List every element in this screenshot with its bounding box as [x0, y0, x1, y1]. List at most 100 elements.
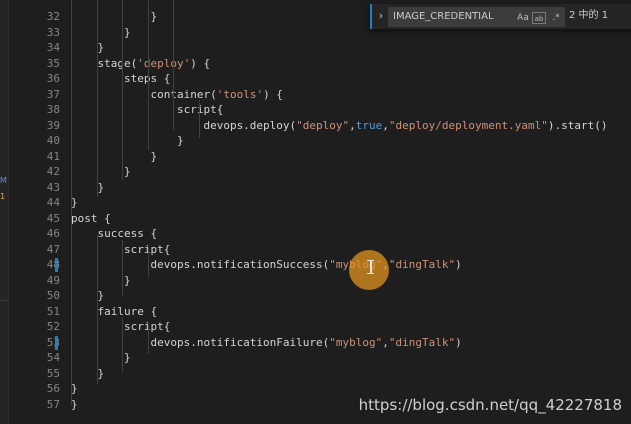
- code-line[interactable]: 34 }: [8, 40, 631, 56]
- code-line[interactable]: 46 success {: [8, 226, 631, 242]
- code-token: }: [71, 10, 158, 23]
- string-token: 'deploy': [137, 56, 191, 70]
- code-line[interactable]: 37 container('tools') {: [8, 87, 631, 103]
- indent-guide: [148, 247, 149, 277]
- line-number: 40: [46, 134, 60, 147]
- whole-word-icon[interactable]: ab: [532, 12, 546, 24]
- code-line[interactable]: 48 devops.notificationSuccess("myblog","…: [8, 257, 631, 273]
- code-token: devops.deploy(: [71, 118, 297, 132]
- code-line[interactable]: 53 devops.notificationFailure("myblog","…: [8, 335, 631, 351]
- line-number: 57: [46, 397, 60, 411]
- code-token: ) {: [263, 87, 283, 101]
- indent-guide: [97, 235, 98, 385]
- line-number: 37: [46, 87, 60, 101]
- code-text: }: [71, 40, 104, 56]
- code-line[interactable]: 35 stage('deploy') {: [8, 56, 631, 72]
- line-number: 52: [46, 320, 60, 333]
- count-badge: 1: [0, 192, 6, 201]
- code-token: ): [455, 258, 462, 271]
- code-token: }: [71, 149, 158, 163]
- code-line[interactable]: 38 script{: [8, 102, 631, 118]
- code-line[interactable]: 47 script{: [8, 242, 631, 258]
- string-token: "dingTalk": [388, 335, 456, 349]
- line-number: 56: [46, 382, 60, 395]
- code-line[interactable]: 50 }: [8, 288, 631, 304]
- code-line[interactable]: 49 }: [8, 273, 631, 289]
- line-number: 55: [46, 366, 60, 380]
- code-line[interactable]: 54 }: [8, 350, 631, 366]
- match-case-icon[interactable]: Aa: [516, 12, 530, 24]
- code-line[interactable]: 42 }: [8, 164, 631, 180]
- code-text: container('tools') {: [71, 87, 283, 103]
- code-token: container(: [71, 87, 217, 101]
- code-token: stage(: [71, 56, 138, 70]
- code-text: script{: [71, 242, 170, 258]
- code-text: }: [71, 180, 104, 196]
- code-text: post {: [71, 211, 111, 227]
- find-input-value: IMAGE_CREDENTIAL: [393, 11, 494, 22]
- line-number: 34: [46, 41, 60, 54]
- code-text: devops.notificationSuccess("myblog","din…: [71, 257, 462, 273]
- code-text: devops.deploy("deploy",true,"deploy/depl…: [71, 118, 607, 134]
- code-text: }: [71, 149, 157, 165]
- code-token: ).start(): [547, 118, 608, 132]
- code-line[interactable]: 55 }: [8, 366, 631, 382]
- code-token: }: [71, 366, 105, 380]
- code-editor[interactable]: 32 } 33 } 34 } 35 stage('deploy') {36 steps…: [8, 0, 631, 424]
- string-token: "deploy": [296, 118, 350, 132]
- code-line[interactable]: 39 devops.deploy("deploy",true,"deploy/d…: [8, 118, 631, 134]
- code-line[interactable]: 43 }: [8, 180, 631, 196]
- code-token: ): [455, 335, 462, 349]
- find-input[interactable]: IMAGE_CREDENTIAL Aa ab .*: [388, 7, 565, 27]
- code-token: success {: [71, 227, 158, 240]
- code-line[interactable]: 52 script{: [8, 319, 631, 335]
- line-number: 51: [46, 304, 60, 318]
- indent-guide: [71, 0, 72, 405]
- line-number: 33: [46, 25, 60, 39]
- toggle-replace-chevron-icon[interactable]: ›: [375, 8, 387, 24]
- line-number: 42: [46, 165, 60, 178]
- code-text: script{: [71, 319, 170, 335]
- string-token: "deploy/deployment.yaml": [388, 118, 548, 132]
- code-line[interactable]: 40 }: [8, 133, 631, 149]
- modified-gutter-mark: [55, 258, 58, 272]
- indent-guide: [173, 0, 174, 130]
- code-token: }: [71, 134, 184, 147]
- code-line[interactable]: 56}: [8, 381, 631, 397]
- line-number: 38: [46, 103, 60, 116]
- code-token: devops.notificationFailure(: [71, 335, 330, 349]
- code-token: ,: [382, 335, 389, 349]
- code-text: devops.notificationFailure("myblog","din…: [71, 335, 462, 351]
- string-token: "dingTalk": [388, 258, 456, 271]
- code-line[interactable]: 41 }: [8, 149, 631, 165]
- line-number: 36: [46, 72, 60, 85]
- code-text: failure {: [71, 304, 157, 320]
- code-text: }: [71, 366, 104, 382]
- code-line[interactable]: 44}: [8, 195, 631, 211]
- code-line[interactable]: 51 failure {: [8, 304, 631, 320]
- code-token: script{: [71, 242, 171, 256]
- code-text: }: [71, 288, 104, 304]
- code-token: }: [71, 289, 105, 302]
- indent-guide: [148, 324, 149, 354]
- code-token: }: [71, 41, 105, 54]
- code-line[interactable]: 45 post {: [8, 211, 631, 227]
- indent-guide: [148, 0, 149, 150]
- string-token: 'tools': [216, 87, 264, 101]
- code-text: steps {: [71, 71, 170, 87]
- line-number: 49: [46, 273, 60, 287]
- line-number: 41: [46, 149, 60, 163]
- code-text: }: [71, 9, 157, 25]
- line-number: 35: [46, 56, 60, 70]
- line-number: 44: [46, 196, 60, 209]
- code-line[interactable]: 36 steps {: [8, 71, 631, 87]
- code-token: ,: [349, 118, 356, 132]
- keyword-token: true: [355, 118, 383, 132]
- code-text: }: [71, 133, 184, 149]
- line-number: 46: [46, 227, 60, 240]
- regex-icon[interactable]: .*: [549, 12, 563, 24]
- code-token: steps {: [71, 72, 171, 85]
- code-token: post {: [71, 211, 111, 225]
- indent-guide: [122, 317, 123, 372]
- line-number: 39: [46, 118, 60, 132]
